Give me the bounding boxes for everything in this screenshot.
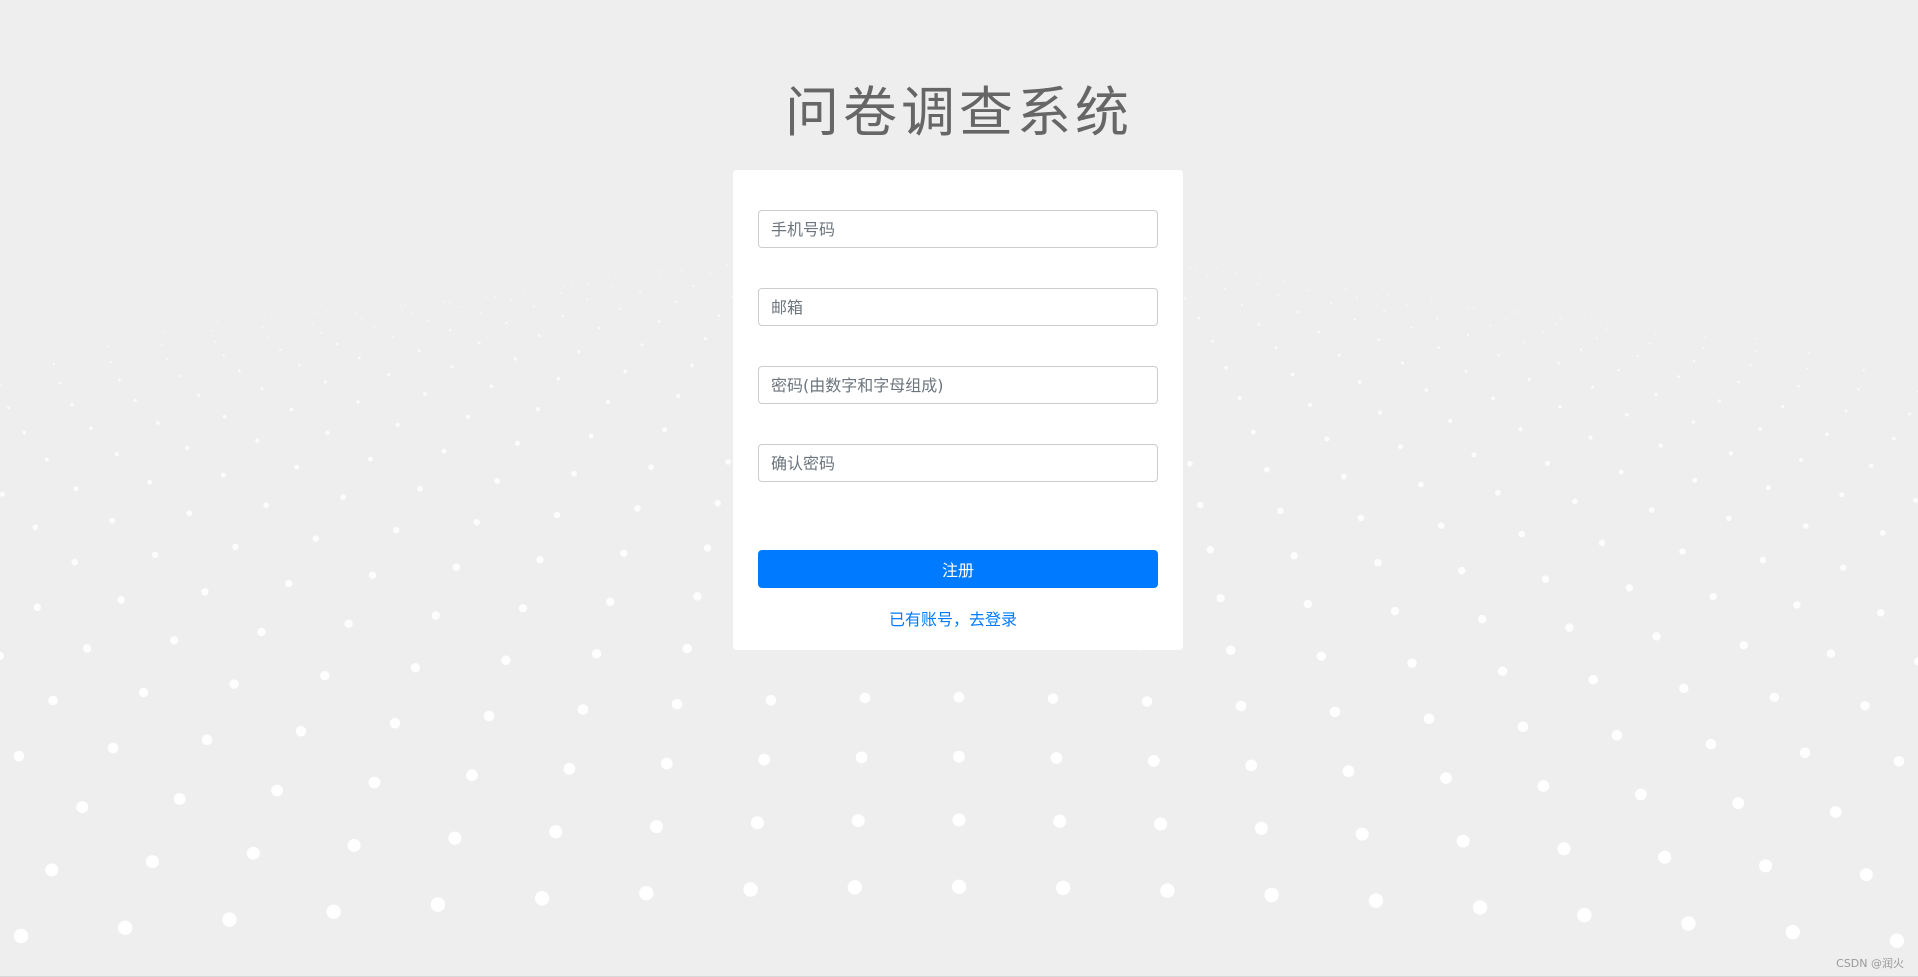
- page-background: 问卷调查系统 注册 已有账号，去登录 CSDN @润火: [0, 0, 1918, 977]
- watermark: CSDN @润火: [1836, 957, 1904, 970]
- register-button[interactable]: 注册: [758, 550, 1158, 588]
- register-card: 注册 已有账号，去登录: [733, 170, 1183, 650]
- email-input[interactable]: [758, 288, 1158, 326]
- login-link[interactable]: 已有账号，去登录: [733, 606, 1173, 630]
- page-title: 问卷调查系统: [785, 81, 1133, 144]
- phone-input[interactable]: [758, 210, 1158, 248]
- password-input[interactable]: [758, 366, 1158, 404]
- confirm-password-input[interactable]: [758, 444, 1158, 482]
